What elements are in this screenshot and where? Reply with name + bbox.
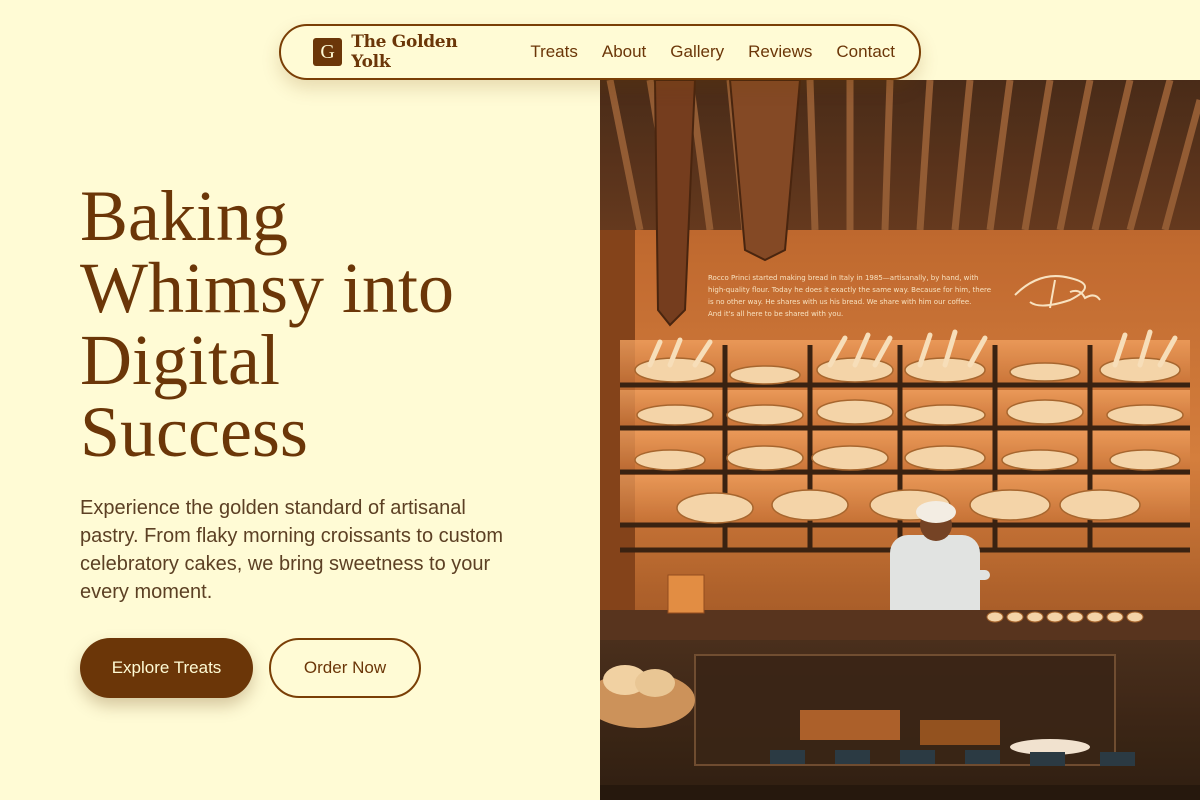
- explore-treats-button[interactable]: Explore Treats: [80, 638, 253, 698]
- headline-line: Baking: [80, 176, 288, 256]
- bakery-illustration: Rocco Princi started making bread in Ita…: [600, 80, 1200, 800]
- hero-image: Rocco Princi started making bread in Ita…: [600, 80, 1200, 800]
- brand-logo[interactable]: G The Golden Yolk: [313, 32, 498, 72]
- nav-link-reviews[interactable]: Reviews: [748, 42, 812, 62]
- hero-headline: Baking Whimsy into Digital Success: [80, 180, 560, 468]
- nav-link-treats[interactable]: Treats: [530, 42, 578, 62]
- headline-line: Success: [80, 392, 308, 472]
- top-nav: G The Golden Yolk Treats About Gallery R…: [279, 24, 921, 80]
- nav-link-gallery[interactable]: Gallery: [670, 42, 724, 62]
- order-now-button[interactable]: Order Now: [269, 638, 421, 698]
- nav-link-about[interactable]: About: [602, 42, 646, 62]
- logo-mark: G: [313, 38, 343, 66]
- nav-link-contact[interactable]: Contact: [836, 42, 895, 62]
- headline-line: Whimsy into: [80, 248, 454, 328]
- headline-line: Digital: [80, 320, 280, 400]
- brand-name: The Golden Yolk: [351, 32, 458, 72]
- hero-lead: Experience the golden standard of artisa…: [80, 497, 504, 603]
